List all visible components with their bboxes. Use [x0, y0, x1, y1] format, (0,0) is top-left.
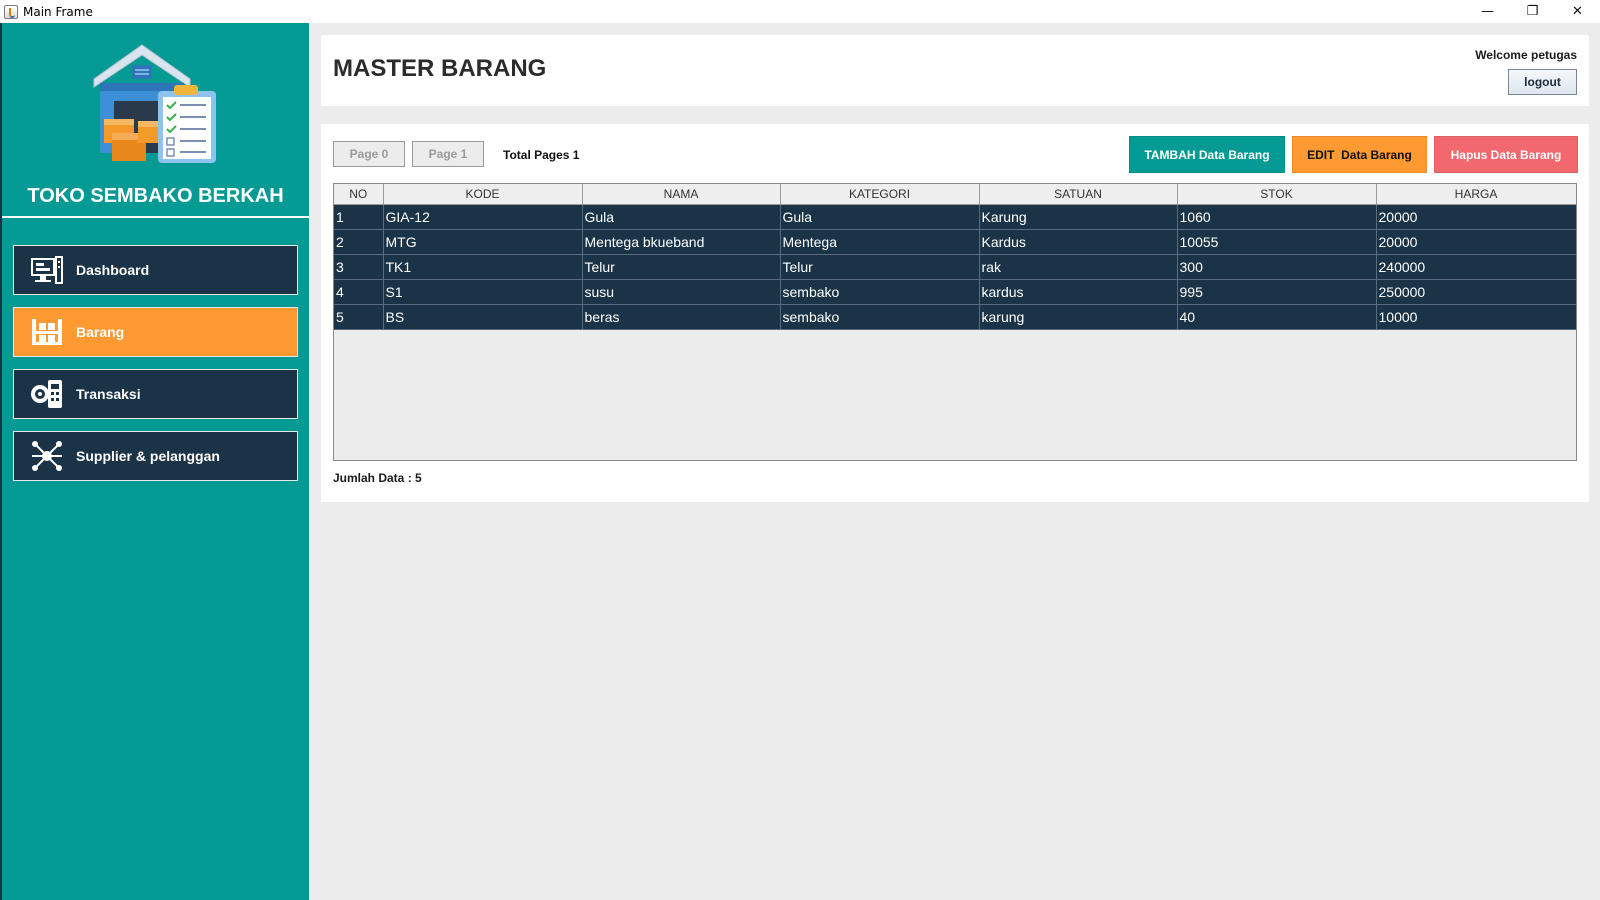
table-cell: Mentega	[780, 229, 980, 255]
table-cell: TK1	[383, 254, 583, 280]
transaction-icon	[30, 377, 64, 411]
minimize-button[interactable]: —	[1465, 0, 1510, 23]
window-controls: — ❐ ✕	[1465, 0, 1600, 23]
column-header[interactable]: HARGA	[1376, 184, 1576, 205]
warehouse-logo-icon	[93, 44, 216, 163]
edit-item-button[interactable]: EDIT Data Barang	[1292, 136, 1427, 173]
table-cell: susu	[582, 279, 781, 305]
table-cell: 4	[334, 279, 384, 305]
sidebar-item-barang[interactable]: Barang	[13, 307, 298, 357]
table-cell: BS	[383, 304, 583, 330]
table-cell: 2	[334, 229, 384, 255]
total-pages-label: Total Pages 1	[503, 148, 580, 162]
add-item-button[interactable]: TAMBAH Data Barang	[1129, 136, 1285, 173]
close-button[interactable]: ✕	[1555, 0, 1600, 23]
sidebar: TOKO SEMBAKO BERKAH Dashboard Barang Tra…	[0, 23, 309, 900]
table-cell: S1	[383, 279, 583, 305]
table-cell: 300	[1177, 254, 1377, 280]
table-cell: GIA-12	[383, 204, 583, 230]
restore-button[interactable]: ❐	[1510, 0, 1555, 23]
data-table: NO KODE NAMA KATEGORI SATUAN STOK HARGA …	[333, 183, 1577, 461]
data-count-label: Jumlah Data : 5	[333, 471, 422, 485]
sidebar-item-transaksi[interactable]: Transaksi	[13, 369, 298, 419]
table-cell: 10000	[1376, 304, 1576, 330]
page-title: MASTER BARANG	[333, 55, 547, 82]
table-cell: 20000	[1376, 204, 1576, 230]
table-cell: 10055	[1177, 229, 1377, 255]
table-cell: 995	[1177, 279, 1377, 305]
network-icon	[30, 439, 64, 473]
column-header[interactable]: NO	[334, 184, 384, 205]
store-name: TOKO SEMBAKO BERKAH	[27, 185, 284, 207]
table-row[interactable]: 2 MTG Mentega bkueband Mentega Kardus 10…	[334, 229, 1576, 255]
table-cell: sembako	[780, 304, 980, 330]
header-panel: MASTER BARANG Welcome petugas logout	[321, 35, 1589, 106]
table-cell: 250000	[1376, 279, 1576, 305]
table-cell: 20000	[1376, 229, 1576, 255]
table-row[interactable]: 3 TK1 Telur Telur rak 300 240000	[334, 254, 1576, 280]
table-cell: 5	[334, 304, 384, 330]
table-cell: MTG	[383, 229, 583, 255]
content-panel: Page 0 Page 1 Total Pages 1 TAMBAH Data …	[321, 124, 1589, 502]
table-cell: Gula	[780, 204, 980, 230]
column-header[interactable]: KODE	[383, 184, 583, 205]
table-row[interactable]: 1 GIA-12 Gula Gula Karung 1060 20000	[334, 204, 1576, 230]
table-cell: Kardus	[979, 229, 1178, 255]
welcome-text: Welcome petugas	[1475, 48, 1577, 62]
table-cell: Mentega bkueband	[582, 229, 781, 255]
table-cell: 40	[1177, 304, 1377, 330]
column-header[interactable]: NAMA	[582, 184, 781, 205]
warehouse-icon	[30, 315, 64, 349]
table-cell: 240000	[1376, 254, 1576, 280]
column-header[interactable]: SATUAN	[979, 184, 1178, 205]
delete-item-button[interactable]: Hapus Data Barang	[1434, 136, 1578, 173]
window-title: Main Frame	[23, 4, 93, 19]
sidebar-item-label: Barang	[76, 324, 125, 340]
logout-button[interactable]: logout	[1508, 69, 1577, 95]
column-header[interactable]: STOK	[1177, 184, 1377, 205]
table-header-row: NO KODE NAMA KATEGORI SATUAN STOK HARGA	[334, 184, 1576, 205]
table-cell: karung	[979, 304, 1178, 330]
sidebar-divider	[2, 216, 309, 218]
table-cell: 1	[334, 204, 384, 230]
table-row[interactable]: 4 S1 susu sembako kardus 995 250000	[334, 279, 1576, 305]
table-cell: Telur	[582, 254, 781, 280]
table-cell: Karung	[979, 204, 1178, 230]
title-bar: Main Frame — ❐ ✕	[0, 0, 1600, 23]
sidebar-item-label: Transaksi	[76, 386, 141, 402]
page-next-button[interactable]: Page 1	[412, 141, 484, 167]
table-cell: Gula	[582, 204, 781, 230]
sidebar-item-label: Dashboard	[76, 262, 150, 278]
java-app-icon	[4, 4, 18, 19]
column-header[interactable]: KATEGORI	[780, 184, 980, 205]
table-cell: sembako	[780, 279, 980, 305]
page-prev-button[interactable]: Page 0	[333, 141, 405, 167]
table-cell: 1060	[1177, 204, 1377, 230]
table-row[interactable]: 5 BS beras sembako karung 40 10000	[334, 304, 1576, 330]
table-cell: beras	[582, 304, 781, 330]
table-cell: 3	[334, 254, 384, 280]
sidebar-item-label: Supplier & pelanggan	[76, 448, 220, 464]
dashboard-icon	[30, 253, 64, 287]
table-cell: Telur	[780, 254, 980, 280]
table-cell: rak	[979, 254, 1178, 280]
sidebar-item-supplier[interactable]: Supplier & pelanggan	[13, 431, 298, 481]
sidebar-item-dashboard[interactable]: Dashboard	[13, 245, 298, 295]
table-cell: kardus	[979, 279, 1178, 305]
